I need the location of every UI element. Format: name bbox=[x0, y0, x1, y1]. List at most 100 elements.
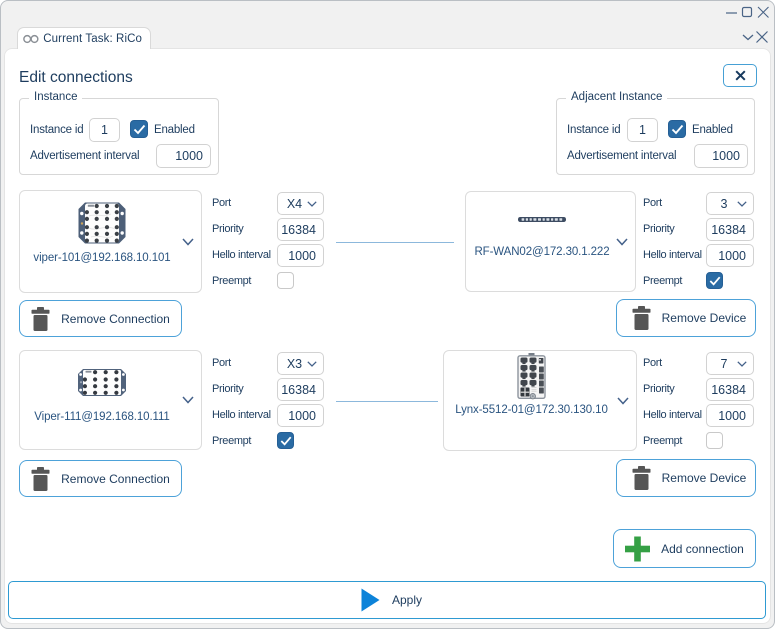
device-name: RF-WAN02@172.30.1.222 bbox=[474, 246, 610, 258]
port-select-left[interactable]: X4 bbox=[277, 192, 324, 215]
adjacent-instance-enabled-label: Enabled bbox=[692, 124, 733, 136]
device-card-content: viper-101@192.168.10.101 bbox=[20, 191, 184, 292]
remove-device-button[interactable]: Remove Device bbox=[616, 459, 756, 497]
tabbar-actions bbox=[741, 29, 769, 45]
priority-input-left[interactable] bbox=[277, 378, 324, 401]
preempt-checkbox-right[interactable] bbox=[706, 272, 723, 289]
port-select-left[interactable]: X3 bbox=[277, 352, 324, 375]
priority-label: Priority bbox=[212, 223, 244, 235]
priority-input-right[interactable] bbox=[706, 218, 754, 241]
device-name: viper-101@192.168.10.101 bbox=[33, 252, 171, 264]
maximize-icon bbox=[741, 6, 753, 18]
preempt-checkbox-left[interactable] bbox=[277, 432, 294, 449]
port-select-right[interactable]: 7 bbox=[706, 352, 754, 375]
device-image-viper-101 bbox=[78, 202, 126, 244]
check-icon bbox=[280, 436, 292, 446]
priority-input-right[interactable] bbox=[706, 378, 754, 401]
chevron-down-icon bbox=[616, 237, 628, 246]
close-icon bbox=[756, 31, 768, 43]
priority-label: Priority bbox=[212, 383, 244, 395]
device-selector-right[interactable]: RF-WAN02@172.30.1.222 bbox=[465, 191, 636, 292]
device-name: Viper-111@192.168.10.111 bbox=[34, 411, 170, 423]
priority-label: Priority bbox=[643, 223, 675, 235]
dialog-close-button[interactable] bbox=[723, 64, 757, 87]
tab-list-dropdown-button[interactable] bbox=[741, 29, 755, 45]
device-image-rf-wan02 bbox=[518, 217, 566, 222]
instance-legend: Instance bbox=[29, 91, 83, 103]
device-selector-left[interactable]: viper-101@192.168.10.101 bbox=[19, 190, 202, 293]
device-card-content: RF-WAN02@172.30.1.222 bbox=[466, 192, 618, 291]
port-value: X4 bbox=[286, 196, 303, 211]
link-icon bbox=[23, 34, 39, 43]
check-icon bbox=[709, 276, 721, 286]
check-icon bbox=[671, 124, 684, 135]
preempt-checkbox-right[interactable] bbox=[706, 432, 723, 449]
instance-enabled-checkbox[interactable] bbox=[130, 120, 148, 138]
port-label: Port bbox=[643, 197, 662, 209]
adjacent-instance-id-label: Instance id bbox=[567, 124, 621, 136]
adjacent-instance-enabled-checkbox[interactable] bbox=[668, 120, 686, 138]
port-value: 3 bbox=[720, 196, 728, 211]
tab-label: Current Task: RiCo bbox=[43, 32, 142, 45]
chevron-down-icon bbox=[737, 200, 747, 207]
device-name: Lynx-5512-01@172.30.130.10 bbox=[455, 404, 608, 416]
remove-device-button[interactable]: Remove Device bbox=[616, 299, 756, 337]
hello-interval-input-left[interactable] bbox=[277, 404, 324, 427]
hello-interval-input-right[interactable] bbox=[706, 244, 754, 267]
hello-interval-input-left[interactable] bbox=[277, 244, 324, 267]
preempt-label: Preempt bbox=[212, 275, 252, 287]
window-close-button[interactable] bbox=[755, 4, 771, 28]
instance-adv-label: Advertisement interval bbox=[30, 150, 140, 162]
instance-id-label: Instance id bbox=[30, 124, 84, 136]
adjacent-instance-id-input[interactable] bbox=[627, 118, 658, 142]
trash-icon bbox=[632, 306, 651, 330]
window-maximize-button[interactable] bbox=[739, 4, 755, 28]
device-card-content: Lynx-5512-01@172.30.130.10 bbox=[444, 351, 619, 450]
hello-interval-input-right[interactable] bbox=[706, 404, 754, 427]
minimize-icon bbox=[726, 12, 737, 14]
preempt-label: Preempt bbox=[643, 435, 683, 447]
device-card-content: Viper-111@192.168.10.111 bbox=[20, 351, 184, 449]
chevron-down-icon bbox=[742, 34, 754, 41]
chevron-down-icon bbox=[737, 360, 747, 367]
chevron-down-icon bbox=[307, 200, 317, 207]
remove-device-label: Remove Device bbox=[661, 311, 747, 325]
connection-line bbox=[336, 401, 438, 402]
connection-line bbox=[336, 242, 454, 243]
port-value: 7 bbox=[720, 356, 728, 371]
apply-button[interactable]: Apply bbox=[8, 581, 766, 619]
app-window: Current Task: RiCo Edit connections Inst… bbox=[0, 0, 775, 629]
remove-connection-label: Remove Connection bbox=[61, 311, 170, 326]
device-selector-right[interactable]: Lynx-5512-01@172.30.130.10 bbox=[443, 350, 637, 451]
priority-input-left[interactable] bbox=[277, 218, 324, 241]
chevron-down-icon bbox=[182, 396, 194, 404]
preempt-checkbox-left[interactable] bbox=[277, 272, 294, 289]
port-label: Port bbox=[212, 197, 231, 209]
add-connection-button[interactable]: Add connection bbox=[613, 529, 756, 568]
instance-id-input[interactable] bbox=[89, 118, 120, 142]
device-selector-left[interactable]: Viper-111@192.168.10.111 bbox=[19, 350, 202, 450]
remove-connection-button[interactable]: Remove Connection bbox=[19, 460, 182, 497]
adjacent-instance-legend: Adjacent Instance bbox=[566, 91, 668, 103]
connection-row-1: viper-101@192.168.10.101 Port X4 Priorit… bbox=[4, 190, 771, 339]
preempt-label: Preempt bbox=[212, 435, 252, 447]
remove-device-label: Remove Device bbox=[661, 471, 747, 485]
adjacent-instance-adv-label: Advertisement interval bbox=[567, 150, 677, 162]
chevron-down-icon bbox=[182, 237, 194, 246]
check-icon bbox=[133, 124, 146, 135]
remove-connection-button[interactable]: Remove Connection bbox=[19, 300, 182, 337]
window-minimize-button[interactable] bbox=[723, 4, 739, 28]
close-icon bbox=[734, 70, 746, 81]
close-icon bbox=[757, 6, 769, 18]
instance-enabled-label: Enabled bbox=[154, 124, 195, 136]
hello-interval-label: Hello interval bbox=[643, 409, 702, 421]
trash-icon bbox=[31, 466, 50, 491]
remove-connection-label: Remove Connection bbox=[61, 471, 170, 486]
port-select-right[interactable]: 3 bbox=[706, 192, 754, 215]
adjacent-instance-adv-input[interactable] bbox=[694, 144, 748, 168]
trash-icon bbox=[632, 466, 651, 490]
edit-connections-dialog: Edit connections Instance Instance id En… bbox=[4, 48, 771, 624]
tab-close-button[interactable] bbox=[755, 29, 769, 45]
instance-adv-input[interactable] bbox=[156, 144, 211, 168]
tab-current-task[interactable]: Current Task: RiCo bbox=[17, 27, 151, 49]
